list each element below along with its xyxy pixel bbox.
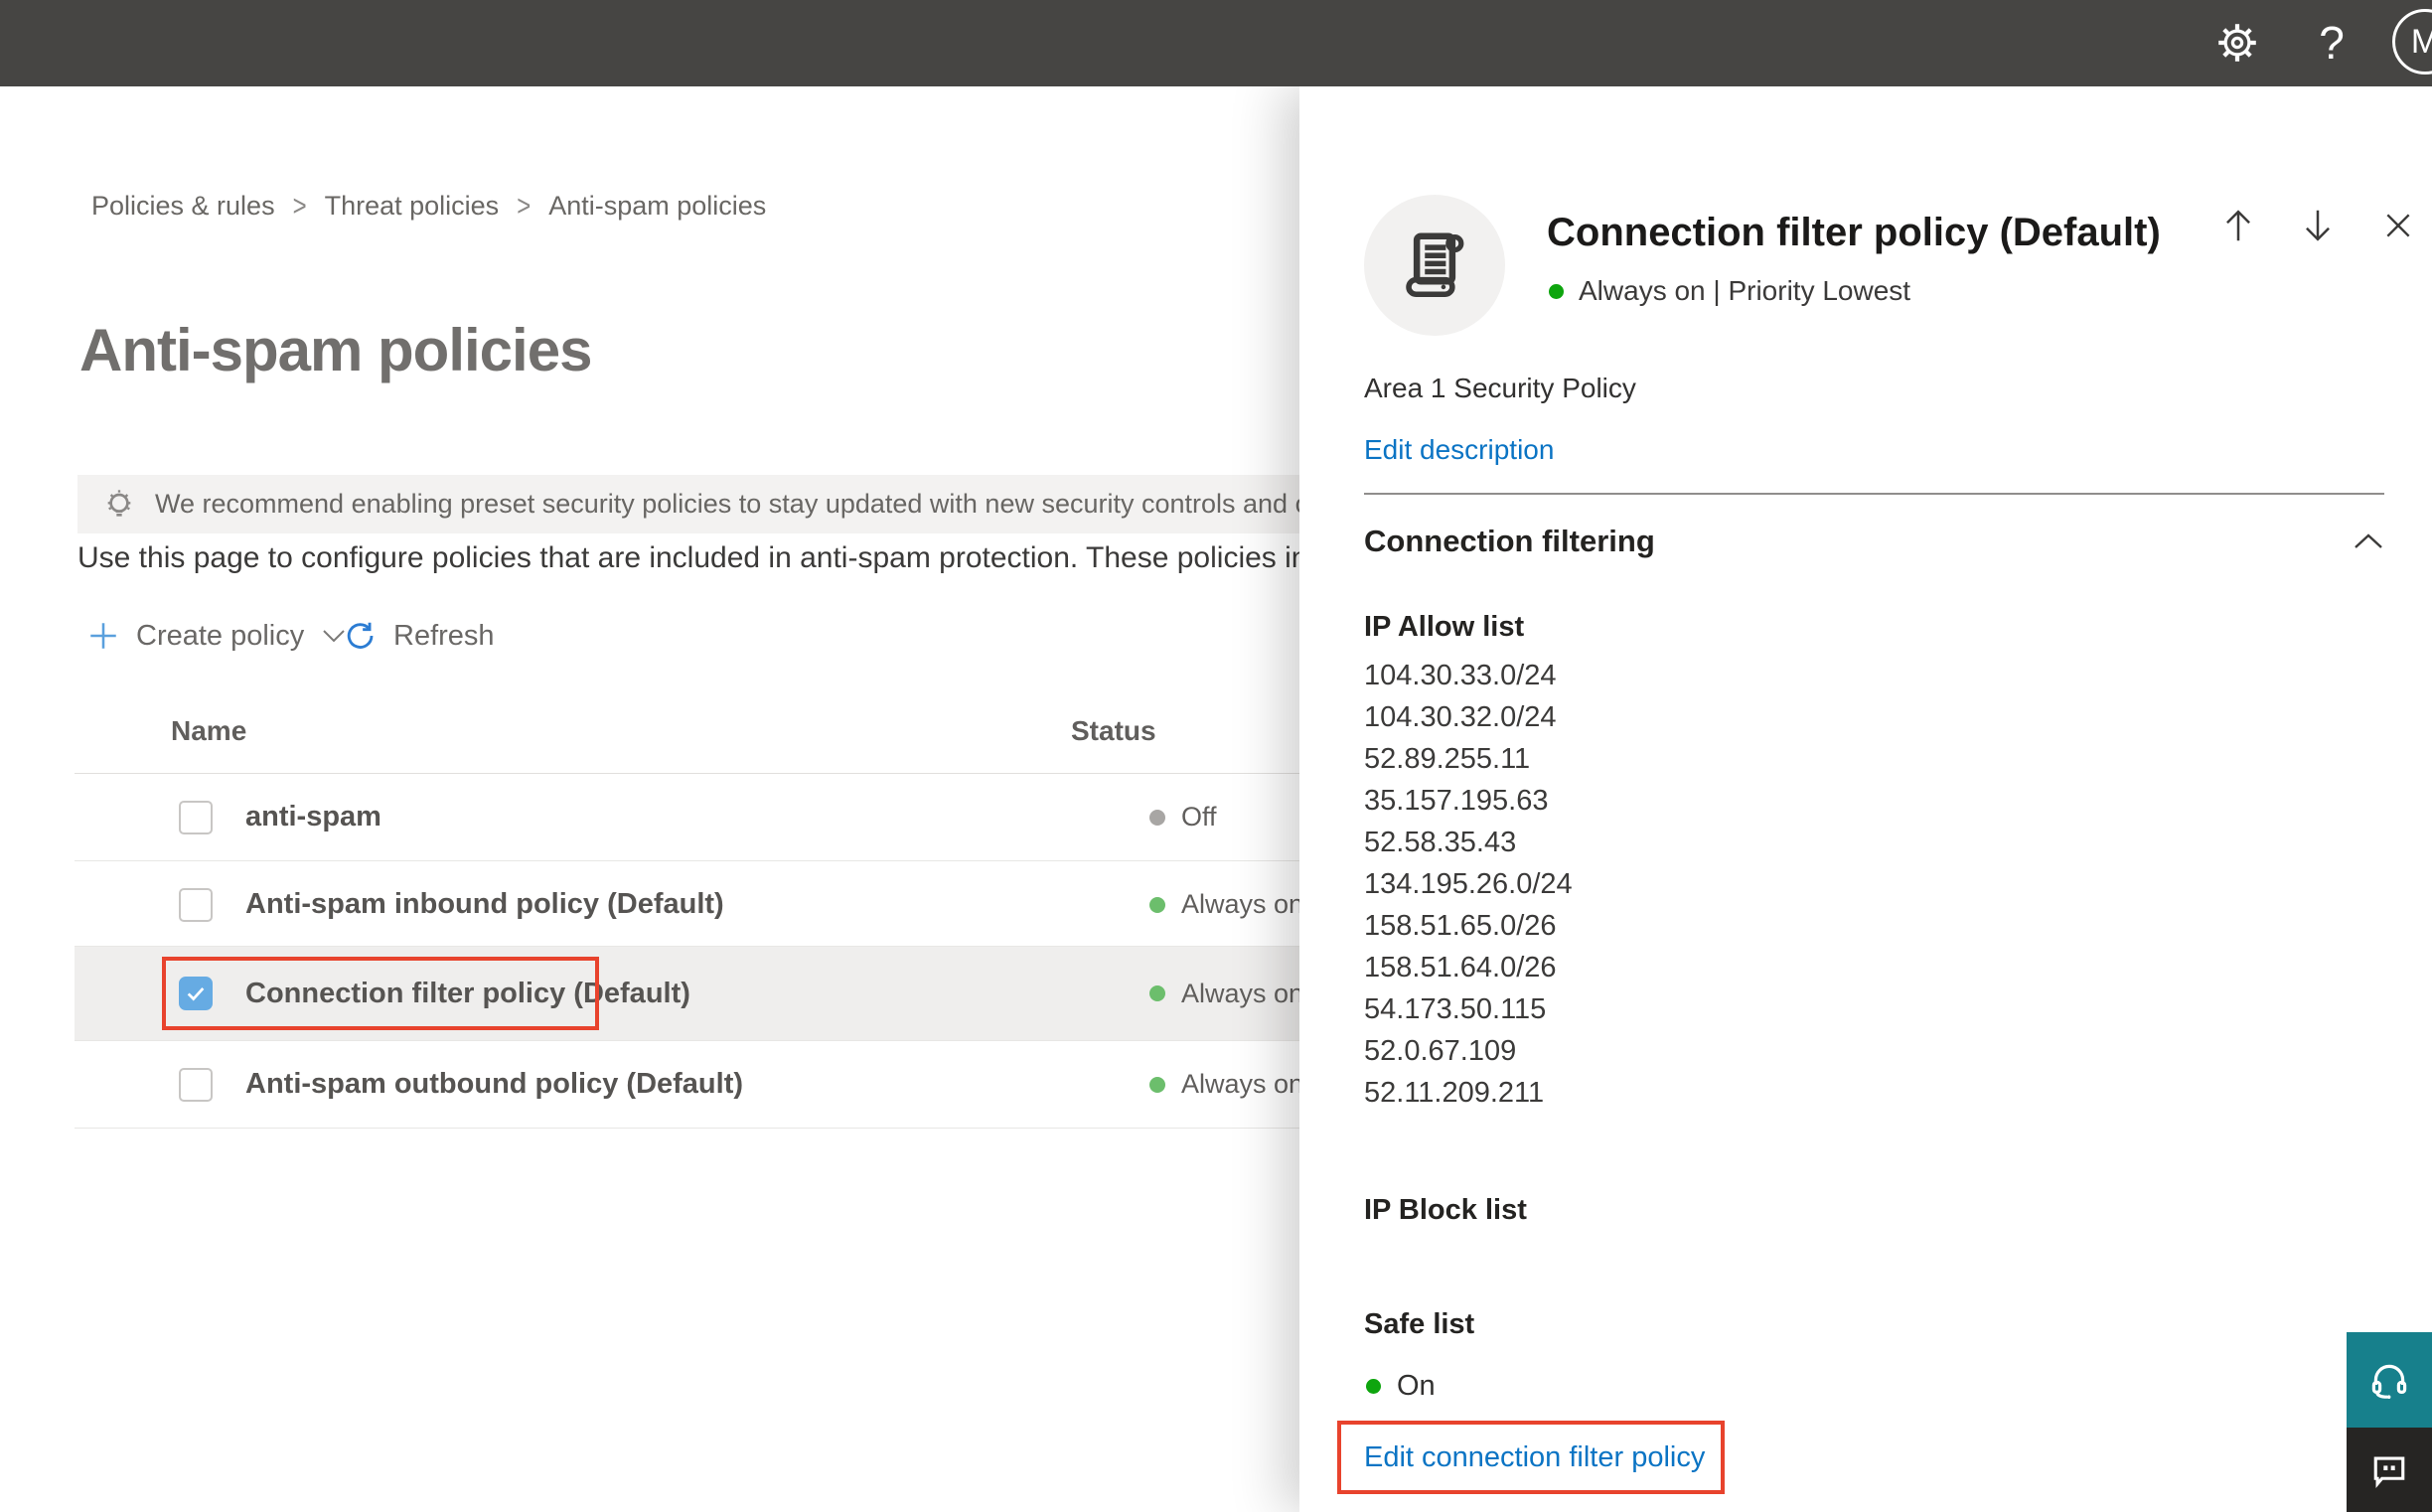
breadcrumb-policies-rules[interactable]: Policies & rules [91,191,275,222]
status-cell: Always on [1149,979,1303,1009]
status-dot [1149,985,1165,1001]
status-text: Always on [1181,1069,1304,1099]
status-dot [1149,896,1165,913]
highlight-box-edit-link: Edit connection filter policy [1337,1421,1725,1494]
section-divider [1364,493,2384,495]
chevron-right-icon: > [517,189,532,223]
row-checkbox[interactable] [179,887,213,922]
support-button[interactable] [2347,1332,2432,1428]
policy-type-badge [1364,195,1505,336]
section-title: Connection filtering [1364,524,1655,558]
status-text: Always on [1181,978,1304,1008]
refresh-icon [342,618,378,654]
settings-button[interactable] [2208,14,2266,72]
status-text: Off [1181,802,1217,832]
ip-entry: 35.157.195.63 [1364,785,1549,817]
ip-allow-list-heading: IP Allow list [1364,611,1525,643]
ip-entry: 104.30.32.0/24 [1364,701,1557,733]
page-title: Anti-spam policies [79,317,592,383]
edit-connection-filter-policy-link[interactable]: Edit connection filter policy [1364,1441,1705,1474]
status-dot [1149,809,1165,826]
status-text: On [1397,1370,1436,1402]
ip-entry: 54.173.50.115 [1364,993,1547,1025]
headset-icon [2365,1356,2413,1404]
column-header-name[interactable]: Name [171,715,246,747]
policy-name: Anti-spam inbound policy (Default) [245,888,724,920]
help-button[interactable]: ? [2303,14,2360,72]
policy-description: Area 1 Security Policy [1364,373,1636,403]
edit-description-link[interactable]: Edit description [1364,434,1554,466]
plus-icon [86,619,120,653]
status-cell: Off [1149,802,1217,832]
chevron-up-icon [2353,531,2384,551]
breadcrumb: Policies & rules > Threat policies > Ant… [91,189,766,223]
status-text: Always on | Priority Lowest [1579,275,1911,306]
safe-list-status: On [1366,1370,1436,1403]
close-icon [2382,210,2414,241]
ip-entry: 52.89.255.11 [1364,743,1531,775]
feedback-button[interactable] [2347,1428,2432,1512]
policy-name: Anti-spam outbound policy (Default) [245,1068,744,1100]
create-policy-label: Create policy [136,619,305,652]
row-checkbox[interactable] [179,800,213,834]
connection-filtering-section-header[interactable]: Connection filtering [1364,524,2384,559]
status-dot [1149,1076,1165,1093]
status-cell: Always on [1149,889,1303,920]
status-text: Always on [1181,889,1304,919]
refresh-button[interactable]: Refresh [342,611,495,661]
ip-entry: 158.51.64.0/26 [1364,952,1557,983]
ip-entry: 52.58.35.43 [1364,827,1517,858]
row-checkbox-checked[interactable] [179,977,213,1010]
status-dot [1549,283,1564,299]
status-cell: Always on [1149,1069,1303,1100]
ip-entry: 52.0.67.109 [1364,1035,1517,1067]
question-mark-icon: ? [2319,17,2345,69]
safe-list-heading: Safe list [1364,1308,1475,1340]
flyout-title: Connection filter policy (Default) [1547,211,2161,254]
close-button[interactable] [2376,204,2420,247]
policy-name: Connection filter policy (Default) [245,977,690,1009]
chevron-right-icon: > [292,189,307,223]
account-avatar[interactable]: M [2392,9,2432,75]
ip-block-list-heading: IP Block list [1364,1194,1527,1226]
create-policy-button[interactable]: Create policy [86,611,346,661]
avatar-initial: M [2410,22,2432,61]
policy-details-flyout: Connection filter policy (Default) Alway… [1299,86,2432,1512]
top-bar: ? M [0,0,2432,86]
flyout-status: Always on | Priority Lowest [1549,275,1910,307]
ip-entry: 134.195.26.0/24 [1364,868,1573,900]
lightbulb-icon [99,485,139,525]
ip-allow-list: 104.30.33.0/24 104.30.32.0/24 52.89.255.… [1364,655,1573,1114]
status-dot [1366,1379,1381,1394]
breadcrumb-threat-policies[interactable]: Threat policies [325,191,500,222]
column-header-status[interactable]: Status [1071,715,1156,747]
ip-entry: 52.11.209.211 [1364,1077,1545,1109]
breadcrumb-anti-spam-policies[interactable]: Anti-spam policies [548,191,766,222]
scroll-icon [1396,227,1473,304]
refresh-label: Refresh [393,619,495,652]
feedback-chat-icon [2367,1448,2411,1492]
policy-name: anti-spam [245,801,381,832]
ip-entry: 158.51.65.0/26 [1364,910,1557,942]
ip-entry: 104.30.33.0/24 [1364,660,1557,691]
gear-icon [2214,20,2260,66]
row-checkbox[interactable] [179,1067,213,1102]
